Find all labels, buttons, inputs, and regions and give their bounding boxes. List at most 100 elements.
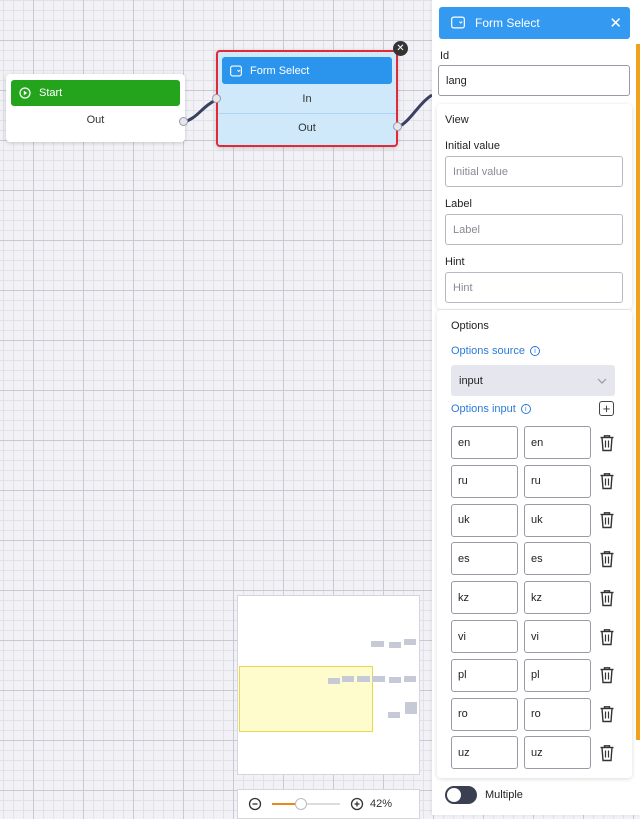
select-box-icon [451, 16, 465, 30]
id-input[interactable] [438, 65, 630, 96]
minimap[interactable] [237, 595, 420, 775]
wire-start-to-form [183, 97, 219, 124]
option-row [451, 697, 615, 731]
label-input[interactable] [445, 214, 623, 245]
close-panel-button[interactable]: ✕ [609, 16, 622, 31]
option-key-input[interactable] [451, 697, 518, 731]
option-row [451, 426, 615, 459]
option-value-input[interactable] [524, 697, 591, 731]
option-value-input[interactable] [524, 542, 591, 576]
initial-value-label: Initial value [445, 140, 501, 152]
minimap-node [389, 642, 401, 648]
option-value-input[interactable] [524, 581, 591, 615]
chevron-down-icon [597, 378, 607, 384]
option-key-input[interactable] [451, 736, 518, 770]
properties-panel: Form Select ✕ Id View Initial value Labe… [432, 0, 640, 815]
minimap-node [342, 676, 354, 682]
minimap-node [371, 641, 384, 647]
close-icon: ✕ [396, 42, 405, 54]
hint-field-label: Hint [445, 256, 465, 268]
options-section: Options Options source i input Options in… [437, 310, 632, 778]
multiple-label: Multiple [485, 789, 523, 801]
minimap-node [404, 639, 416, 645]
view-section: View Initial value Label Hint [437, 104, 632, 309]
form-in-port-label: In [302, 93, 312, 105]
plus-circle-icon [350, 797, 364, 811]
wire-form-out [397, 93, 433, 129]
option-value-input[interactable] [524, 503, 591, 537]
play-circle-icon [19, 87, 31, 99]
option-key-input[interactable] [451, 426, 518, 459]
option-key-input[interactable] [451, 581, 518, 615]
hint-input[interactable] [445, 272, 623, 303]
minimap-node [404, 676, 416, 682]
toggle-knob [447, 788, 461, 802]
trash-icon[interactable] [599, 511, 615, 529]
view-section-title: View [445, 114, 469, 126]
option-row [451, 464, 615, 498]
options-section-title: Options [451, 320, 489, 332]
trash-icon[interactable] [599, 434, 615, 452]
info-icon[interactable]: i [529, 346, 540, 357]
options-source-value: input [459, 374, 483, 387]
option-row [451, 658, 615, 692]
multiple-toggle-row: Multiple [445, 786, 523, 804]
delete-node-button[interactable]: ✕ [393, 41, 408, 56]
form-out-port[interactable] [393, 122, 402, 131]
start-out-port-label: Out [86, 114, 105, 126]
zoom-slider-handle[interactable] [294, 798, 307, 810]
minimap-node [328, 678, 340, 684]
option-row [451, 736, 615, 770]
option-value-input[interactable] [524, 620, 591, 653]
option-row [451, 620, 615, 653]
option-value-input[interactable] [524, 658, 591, 692]
options-input-label: Options input i [451, 403, 531, 415]
zoom-out-button[interactable] [248, 797, 262, 811]
trash-icon[interactable] [599, 550, 615, 568]
trash-icon[interactable] [599, 666, 615, 684]
zoom-slider[interactable] [272, 796, 340, 812]
form-select-node[interactable]: Form Select In Out [216, 50, 398, 147]
minus-circle-icon [248, 797, 262, 811]
start-node-title: Start [39, 87, 63, 99]
add-option-button[interactable]: + [599, 401, 614, 416]
zoom-in-button[interactable] [350, 797, 364, 811]
options-input-label-text: Options input [451, 403, 516, 415]
option-key-input[interactable] [451, 620, 518, 653]
info-icon[interactable]: i [520, 404, 531, 415]
label-field-label: Label [445, 198, 472, 210]
id-label: Id [440, 50, 450, 62]
minimap-node [388, 712, 400, 718]
start-node[interactable]: Start Out [6, 74, 185, 142]
option-value-input[interactable] [524, 736, 591, 770]
initial-value-input[interactable] [445, 156, 623, 187]
form-select-node-title: Form Select [250, 64, 310, 77]
zoom-level: 42% [370, 798, 393, 810]
minimap-node [372, 676, 385, 682]
panel-scroll-accent [636, 44, 640, 740]
minimap-node [405, 702, 417, 714]
select-box-icon [230, 65, 242, 77]
option-value-input[interactable] [524, 464, 591, 498]
option-key-input[interactable] [451, 658, 518, 692]
option-key-input[interactable] [451, 464, 518, 498]
form-select-node-header[interactable]: Form Select [222, 57, 392, 84]
trash-icon[interactable] [599, 589, 615, 607]
trash-icon[interactable] [599, 744, 615, 762]
trash-icon[interactable] [599, 628, 615, 646]
form-in-port[interactable] [212, 94, 221, 103]
options-source-label-text: Options source [451, 345, 525, 357]
minimap-node [357, 676, 370, 682]
minimap-node [389, 677, 401, 683]
option-key-input[interactable] [451, 542, 518, 576]
start-out-port[interactable] [179, 117, 188, 126]
close-icon: ✕ [609, 14, 622, 32]
option-key-input[interactable] [451, 503, 518, 537]
start-node-header[interactable]: Start [11, 80, 180, 106]
options-source-select[interactable]: input [451, 365, 615, 396]
multiple-toggle[interactable] [445, 786, 477, 804]
option-value-input[interactable] [524, 426, 591, 459]
trash-icon[interactable] [599, 705, 615, 723]
option-row [451, 542, 615, 576]
trash-icon[interactable] [599, 472, 615, 490]
